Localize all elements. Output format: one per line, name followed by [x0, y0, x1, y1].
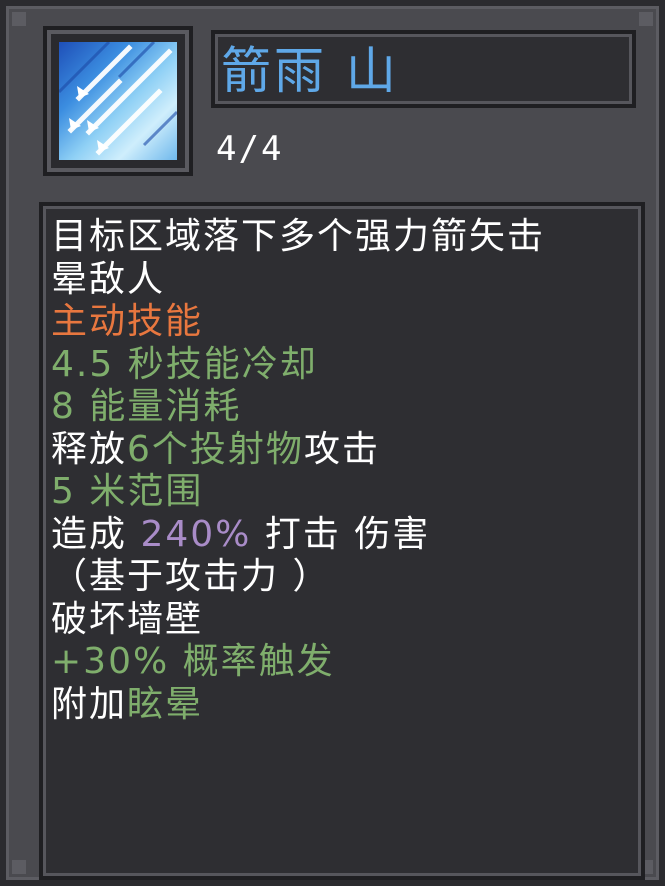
- extra-prefix: 附加: [51, 683, 128, 725]
- damage-suffix: 打击 伤害: [251, 513, 431, 555]
- extra-effect-line: 附加眩晕: [51, 684, 631, 727]
- panel-corner: [12, 12, 26, 26]
- projectile-word: 投射物: [189, 428, 304, 470]
- skill-description: 目标区域落下多个强力箭矢击 晕敌人 主动技能 4.5 秒技能冷却 8 能量消耗 …: [51, 216, 631, 726]
- damage-basis: （基于攻击力 ）: [51, 556, 331, 597]
- skill-name: 箭雨 山: [221, 42, 399, 100]
- trigger-chance: +30% 概率触发: [51, 641, 335, 682]
- skill-description-box: 目标区域落下多个强力箭矢击 晕敌人 主动技能 4.5 秒技能冷却 8 能量消耗 …: [39, 202, 645, 880]
- projectile-line: 释放6个投射物攻击: [51, 429, 631, 472]
- skill-icon-frame: [43, 26, 193, 176]
- skill-name-box: 箭雨 山: [211, 30, 636, 108]
- description-text: 目标区域落下多个强力箭矢击: [51, 216, 546, 257]
- wall-break: 破坏墙壁: [51, 598, 204, 640]
- arrow-rain-icon: [59, 42, 177, 160]
- range-stat: 5 米范围: [51, 471, 631, 514]
- damage-percent: 240%: [140, 513, 252, 555]
- damage-prefix: 造成: [51, 513, 141, 555]
- panel-corner: [12, 860, 26, 874]
- projectile-count: 6个: [127, 428, 190, 470]
- skill-level: 4/4: [216, 129, 284, 169]
- skill-tooltip-panel: 箭雨 山 4/4 目标区域落下多个强力箭矢击 晕敌人 主动技能 4.5 秒技能冷…: [0, 0, 665, 886]
- range-value: 5 米范围: [51, 471, 204, 512]
- skill-type: 主动技能: [51, 301, 204, 342]
- damage-line: 造成 240% 打击 伤害: [51, 514, 631, 557]
- projectile-suffix: 攻击: [303, 428, 380, 470]
- energy-cost-stat: 8 能量消耗: [51, 386, 242, 427]
- extra-effect: 眩晕: [127, 683, 204, 725]
- arrow-rain-icon-art: [59, 42, 177, 156]
- description-text: 晕敌人: [51, 258, 166, 300]
- cooldown-stat: 4.5 秒技能冷却: [51, 343, 318, 385]
- projectile-prefix: 释放: [51, 428, 128, 470]
- panel-corner: [639, 12, 653, 26]
